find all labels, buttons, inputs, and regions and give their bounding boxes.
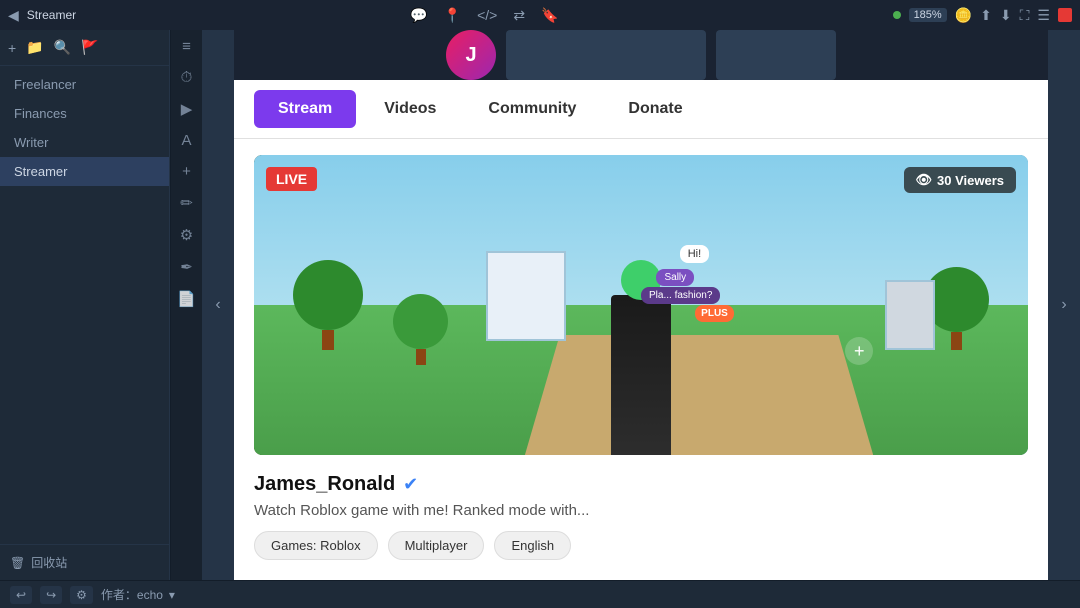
flag-icon[interactable]: 🚩 — [81, 39, 98, 56]
share-icon[interactable]: ⬆ — [980, 7, 992, 24]
document-icon[interactable]: 📄 — [177, 290, 196, 308]
download-icon[interactable]: ⬇ — [1000, 7, 1012, 24]
sidebar-bottom: 🗑 回收站 — [0, 544, 169, 580]
dropdown-arrow[interactable]: ▾ — [169, 588, 175, 602]
streamer-name: James_Ronald — [254, 473, 395, 496]
settings-button[interactable]: ⚙ — [70, 586, 93, 604]
tag-multiplayer[interactable]: Multiplayer — [388, 531, 485, 560]
tag-english[interactable]: English — [494, 531, 571, 560]
stream-tabs: Stream Videos Community Donate — [234, 80, 1048, 139]
right-arrow-icon: › — [1061, 296, 1066, 314]
verified-icon: ✔ — [403, 474, 418, 495]
add-icon[interactable]: + — [8, 40, 16, 56]
chat-bubble-1: Hi! — [680, 245, 709, 263]
location-icon[interactable]: 📍 — [444, 7, 461, 24]
tree-trunk-1 — [322, 330, 334, 350]
channel-extra-box — [716, 30, 836, 80]
menu-list-icon[interactable]: ≡ — [182, 38, 191, 55]
swap-icon[interactable]: ⇄ — [513, 7, 525, 24]
tree-1 — [293, 260, 363, 350]
channel-header: J — [234, 30, 1048, 80]
tree-trunk-3 — [951, 332, 962, 350]
tree-trunk-2 — [416, 349, 426, 365]
expand-icon[interactable]: ⛶ — [1020, 7, 1030, 24]
status-dot — [893, 11, 901, 19]
back-icon[interactable]: ◀ — [8, 7, 19, 24]
video-container[interactable]: Hi! Sally Pla... fashion? PLUS LIVE 👁 30… — [254, 155, 1028, 455]
play-icon[interactable]: ▶ — [181, 100, 193, 118]
right-nav-arrow[interactable]: › — [1048, 30, 1080, 580]
viewers-badge: 👁 30 Viewers — [904, 167, 1017, 193]
avatar: J — [446, 30, 496, 80]
zoom-level: 185% — [909, 8, 947, 22]
author-section: 作者：echo ▾ — [101, 586, 1070, 603]
bookmark-icon[interactable]: 🔖 — [541, 7, 558, 24]
undo-button[interactable]: ↩ — [10, 586, 32, 604]
tab-community[interactable]: Community — [464, 90, 600, 128]
building-1 — [486, 251, 566, 341]
edit-icon[interactable]: ✏ — [180, 194, 193, 212]
folder-icon[interactable]: 📁 — [26, 39, 43, 56]
tab-stream[interactable]: Stream — [254, 90, 356, 128]
trash-label: 回收站 — [31, 554, 67, 571]
top-bar-right: 185% 🪙 ⬆ ⬇ ⛶ ☰ — [893, 7, 1072, 24]
stream-content: Hi! Sally Pla... fashion? PLUS LIVE 👁 30… — [234, 139, 1048, 580]
chat-icon[interactable]: 💬 — [410, 7, 427, 24]
eye-icon: 👁 — [916, 172, 933, 188]
code-icon[interactable]: </> — [477, 7, 497, 23]
sidebar-item-freelancer[interactable]: Freelancer — [0, 70, 169, 99]
tab-videos[interactable]: Videos — [360, 90, 460, 128]
plus-icon[interactable]: + — [182, 163, 191, 180]
live-badge: LIVE — [266, 167, 317, 191]
tree-top-1 — [293, 260, 363, 330]
sidebar-nav: Freelancer Finances Writer Streamer — [0, 66, 169, 544]
chat-bubble-2: Sally — [656, 269, 694, 286]
author-label: 作者：echo — [101, 586, 163, 603]
stream-description: Watch Roblox game with me! Ranked mode w… — [254, 502, 1028, 519]
record-button[interactable] — [1058, 8, 1072, 22]
menu-icon[interactable]: ☰ — [1037, 7, 1050, 24]
tab-donate[interactable]: Donate — [604, 90, 706, 128]
viewers-count: 30 Viewers — [937, 173, 1004, 188]
icon-sidebar: ≡ ⏱ ▶ A + ✏ ⚙ ✒ 📄 — [170, 30, 202, 580]
game-scene: Hi! Sally Pla... fashion? PLUS — [254, 155, 1028, 455]
content-area: J Stream Videos Community Donate — [234, 30, 1048, 580]
character — [611, 295, 671, 455]
search-icon[interactable]: 🔍 — [54, 39, 71, 56]
avatar-image: J — [446, 30, 496, 80]
transform-icon[interactable]: ⚙ — [180, 226, 193, 244]
plus-badge: PLUS — [695, 305, 734, 322]
trash-icon: 🗑 — [10, 556, 25, 570]
sidebar-item-writer[interactable]: Writer — [0, 128, 169, 157]
sidebar-toolbar: + 📁 🔍 🚩 — [0, 30, 169, 66]
tag-games[interactable]: Games: Roblox — [254, 531, 378, 560]
channel-name-box — [506, 30, 706, 80]
tag-row: Games: Roblox Multiplayer English — [254, 531, 1028, 560]
text-icon[interactable]: A — [181, 132, 191, 149]
add-overlay-button[interactable]: + — [845, 337, 873, 365]
streamer-name-row: James_Ronald ✔ — [254, 473, 1028, 496]
app-title: Streamer — [27, 8, 76, 22]
chat-bubble-3: Pla... fashion? — [641, 287, 720, 304]
top-bar: ◀ Streamer 💬 📍 </> ⇄ 🔖 185% 🪙 ⬆ ⬇ ⛶ ☰ — [0, 0, 1080, 30]
status-bar: ↩ ↪ ⚙ 作者：echo ▾ — [0, 580, 1080, 608]
main-layout: + 📁 🔍 🚩 Freelancer Finances Writer Strea… — [0, 30, 1080, 580]
left-arrow-icon: ‹ — [215, 296, 220, 314]
history-icon[interactable]: ⏱ — [181, 69, 193, 86]
left-nav-arrow[interactable]: ‹ — [202, 30, 234, 580]
top-bar-center: 💬 📍 </> ⇄ 🔖 — [410, 7, 558, 24]
tree-2 — [393, 294, 448, 365]
redo-button[interactable]: ↪ — [40, 586, 62, 604]
streamer-info: James_Ronald ✔ Watch Roblox game with me… — [254, 469, 1028, 572]
sidebar-item-streamer[interactable]: Streamer — [0, 157, 169, 186]
tree-top-2 — [393, 294, 448, 349]
pen-icon[interactable]: ✒ — [180, 258, 193, 276]
sidebar-item-finances[interactable]: Finances — [0, 99, 169, 128]
coin-icon: 🪙 — [955, 7, 972, 24]
sidebar: + 📁 🔍 🚩 Freelancer Finances Writer Strea… — [0, 30, 170, 580]
video-placeholder: Hi! Sally Pla... fashion? PLUS LIVE 👁 30… — [254, 155, 1028, 455]
top-bar-left: ◀ Streamer — [8, 7, 76, 24]
building-2 — [885, 280, 935, 350]
